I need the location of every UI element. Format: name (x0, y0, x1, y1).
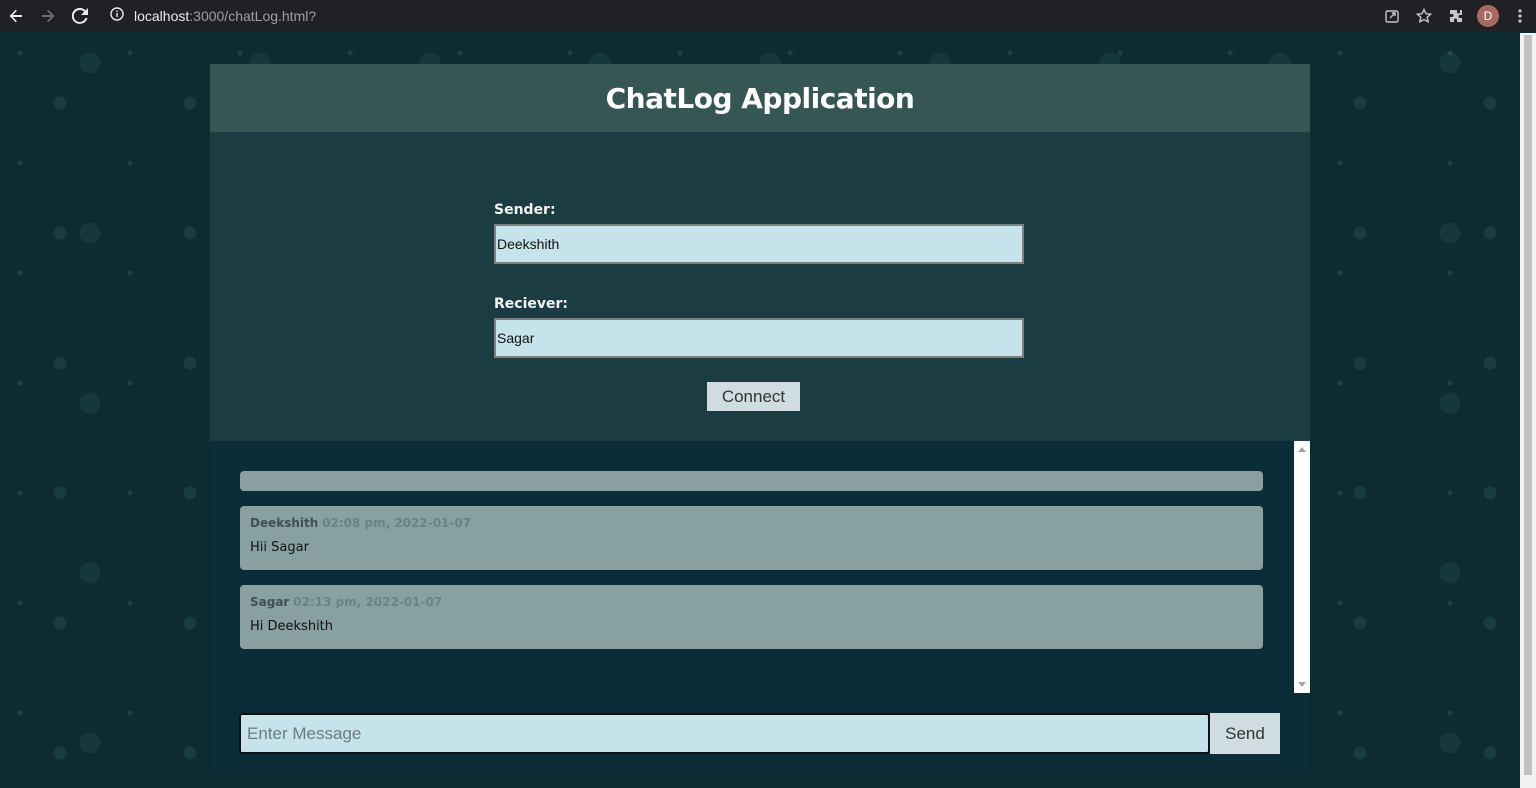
empty-message-bubble (240, 471, 1263, 491)
receiver-label: Reciever: (494, 296, 568, 312)
message-bubble: Sagar 02:13 pm, 2022-01-07 Hi Deekshith (240, 585, 1263, 649)
message-time: 02:13 pm, 2022-01-07 (293, 595, 443, 609)
send-button[interactable]: Send (1210, 713, 1280, 754)
menu-icon[interactable] (1504, 0, 1536, 32)
message-text: Hi Deekshith (250, 619, 334, 634)
message-input[interactable] (239, 713, 1210, 754)
address-bar[interactable]: localhost:3000/chatLog.html? (110, 3, 1436, 29)
message-sender: Sagar (250, 595, 290, 609)
connect-button[interactable]: Connect (707, 382, 800, 411)
chat-scrollbar[interactable] (1294, 441, 1310, 693)
receiver-input[interactable] (494, 318, 1024, 358)
profile-avatar[interactable]: D (1477, 5, 1499, 27)
message-bubble: Deekshith 02:08 pm, 2022-01-07 Hii Sagar (240, 506, 1263, 570)
scrollbar-thumb[interactable] (1524, 35, 1532, 775)
message-list[interactable]: Deekshith 02:08 pm, 2022-01-07 Hii Sagar… (210, 441, 1294, 693)
browser-toolbar: localhost:3000/chatLog.html? D (0, 0, 1536, 32)
forward-icon[interactable] (32, 0, 64, 32)
url-text: localhost:3000/chatLog.html? (134, 8, 317, 24)
connect-form: Sender: Reciever: (494, 202, 1034, 358)
page-scrollbar[interactable] (1520, 33, 1536, 788)
sender-input[interactable] (494, 224, 1024, 264)
sender-label: Sender: (494, 202, 556, 218)
card-header: ChatLog Application (210, 64, 1310, 132)
scroll-down-icon[interactable] (1298, 682, 1306, 687)
star-icon[interactable] (1408, 0, 1440, 32)
back-icon[interactable] (0, 0, 32, 32)
message-text: Hii Sagar (250, 540, 309, 555)
scroll-up-icon[interactable] (1298, 447, 1306, 452)
page-title: ChatLog Application (605, 81, 915, 115)
reload-icon[interactable] (64, 0, 96, 32)
chat-panel: Deekshith 02:08 pm, 2022-01-07 Hii Sagar… (210, 441, 1310, 774)
info-icon[interactable] (110, 6, 124, 26)
chatlog-card: ChatLog Application Sender: Reciever: Co… (210, 64, 1310, 774)
message-time: 02:08 pm, 2022-01-07 (322, 516, 472, 530)
share-icon[interactable] (1376, 0, 1408, 32)
extensions-icon[interactable] (1440, 0, 1472, 32)
message-sender: Deekshith (250, 516, 319, 530)
